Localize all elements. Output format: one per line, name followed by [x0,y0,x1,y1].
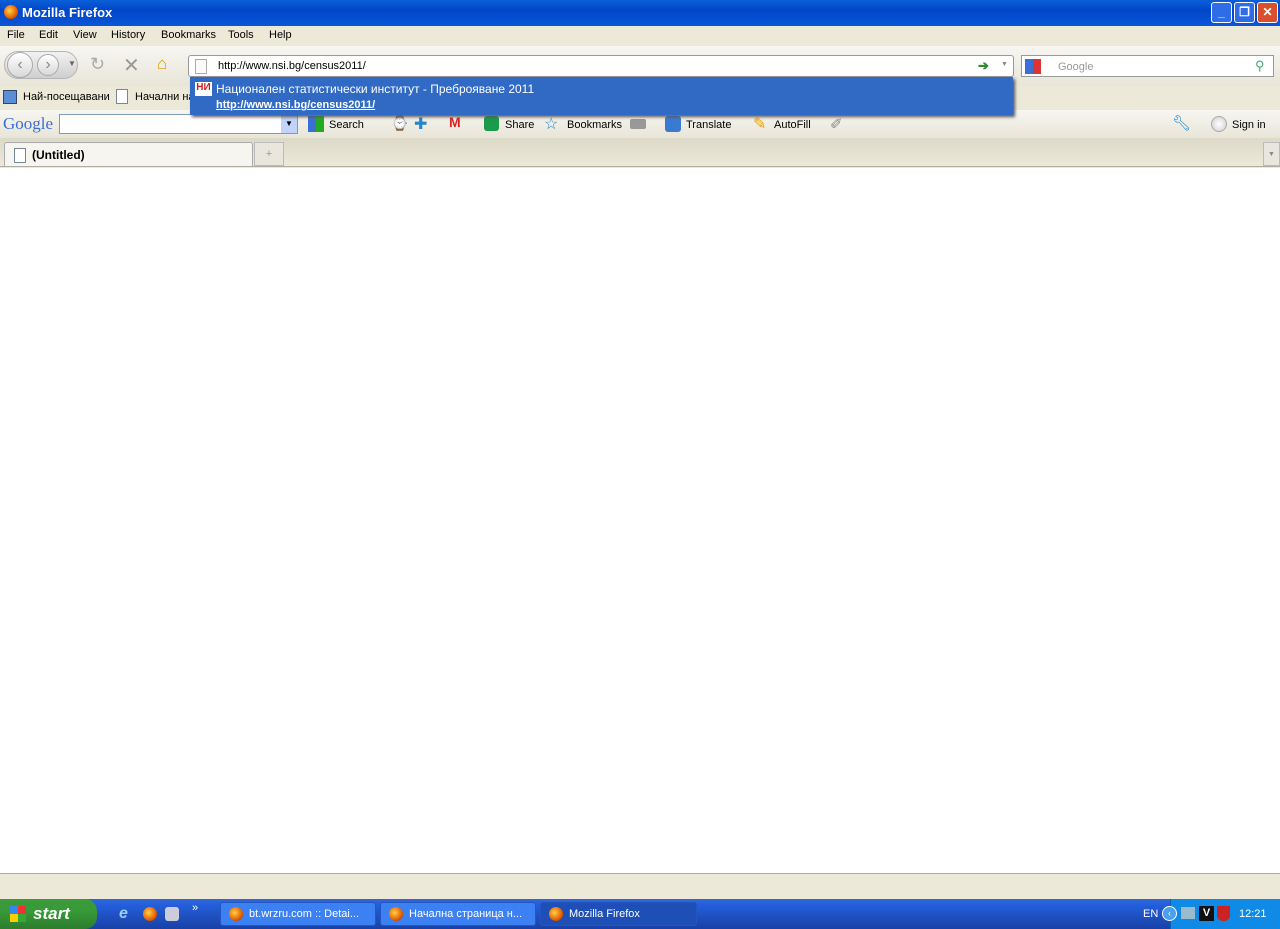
taskbar-item[interactable]: bt.wrzru.com :: Detai... [220,902,376,926]
home-icon[interactable]: ⌂ [157,54,167,74]
search-bar[interactable]: Google ⚲ [1021,55,1274,77]
status-bar [0,873,1280,895]
gmail-icon[interactable]: M [449,114,461,130]
restore-button[interactable]: ❐ [1234,2,1255,23]
url-dropdown-icon[interactable]: ▼ [1001,61,1008,68]
ie-icon[interactable]: e [119,905,128,923]
suggestion-url[interactable]: http://www.nsi.bg/census2011/ [216,99,375,111]
start-button[interactable]: start [0,899,97,929]
tab-bar: (Untitled) + ▼ [0,138,1280,167]
bookmark-most-visited[interactable]: Най-посещавани [23,91,110,103]
chevron-down-icon[interactable]: ▼ [281,115,297,133]
close-button[interactable]: ✕ [1257,2,1278,23]
magnifier-icon[interactable]: ⚲ [1255,58,1265,74]
autofill-button[interactable]: AutoFill [774,119,811,131]
title-bar: Mozilla Firefox _ ❐ ✕ [0,0,1280,26]
menu-view[interactable]: View [73,29,97,41]
start-label: start [33,904,70,923]
task-label: Начална страница н... [409,908,523,920]
task-label: bt.wrzru.com :: Detai... [249,908,360,920]
url-input[interactable]: http://www.nsi.bg/census2011/ [218,60,366,72]
page-icon [14,148,26,163]
page-icon [195,59,207,74]
clock[interactable]: 12:21 [1239,908,1267,920]
menu-history[interactable]: History [111,29,145,41]
menu-file[interactable]: File [7,29,25,41]
google-search-button[interactable]: Search [329,119,364,131]
wrench-icon[interactable]: 🔧︎ [1172,114,1191,132]
menu-bar: File Edit View History Bookmarks Tools H… [0,26,1280,46]
network-icon[interactable] [1181,907,1195,919]
menu-tools[interactable]: Tools [228,29,254,41]
translate-icon [665,116,681,132]
most-visited-icon [3,90,17,104]
translate-button[interactable]: Translate [686,119,731,131]
windows-logo-icon [10,906,26,922]
app-icon[interactable] [165,907,179,921]
bookmarks-button[interactable]: Bookmarks [567,119,622,131]
firefox-icon [4,5,18,19]
back-forward-group: ‹ › ▼ [4,51,78,79]
url-bar[interactable]: http://www.nsi.bg/census2011/ ➔ ▼ [188,55,1014,77]
stop-icon[interactable]: ✕ [123,53,140,78]
go-arrow-icon[interactable]: ➔ [978,58,989,74]
google-icon [308,116,324,132]
share-icon [484,116,499,131]
menu-help[interactable]: Help [269,29,292,41]
tab-label: (Untitled) [32,148,85,162]
avatar-icon [1211,116,1227,132]
clock-icon[interactable]: ⌚ [391,115,408,132]
pencil-icon: ✎ [753,116,767,133]
page-icon [116,89,128,104]
firefox-icon[interactable] [143,907,157,921]
firefox-icon [549,907,563,921]
share-button[interactable]: Share [505,119,534,131]
taskbar-item-active[interactable]: Mozilla Firefox [540,902,697,926]
sign-in-button[interactable]: Sign in [1232,119,1266,131]
history-dropdown-icon[interactable]: ▼ [68,59,76,68]
search-input[interactable]: Google [1058,61,1093,73]
taskbar: start e » bt.wrzru.com :: Detai... Начал… [0,899,1280,929]
url-autocomplete-popup[interactable]: НИ Национален статистически институт - П… [190,77,1013,115]
google-logo: Google [3,114,54,133]
reload-icon[interactable]: ↻ [90,54,105,75]
menu-bookmarks[interactable]: Bookmarks [161,29,216,41]
system-tray: ‹ V 12:21 [1162,899,1280,929]
back-button[interactable]: ‹ [7,52,33,78]
firefox-icon [229,907,243,921]
task-label: Mozilla Firefox [569,908,640,920]
show-hidden-icons-button[interactable]: ‹ [1162,906,1177,921]
tab-list-button[interactable]: ▼ [1263,142,1280,166]
new-tab-button[interactable]: + [254,142,284,166]
google-engine-icon[interactable] [1025,59,1041,74]
shield-icon[interactable] [1217,906,1230,921]
window-title: Mozilla Firefox [22,5,113,20]
highlighter-icon[interactable]: ✐ [830,115,843,133]
chevron-more-icon[interactable]: » [192,902,198,914]
forward-button[interactable]: › [37,54,59,76]
menu-edit[interactable]: Edit [39,29,58,41]
plus-icon[interactable]: ✚ [414,114,427,134]
star-icon: ☆ [544,116,559,133]
firefox-icon [389,907,403,921]
taskbar-item[interactable]: Начална страница н... [380,902,536,926]
language-indicator[interactable]: EN [1143,908,1158,920]
suggestion-title[interactable]: Национален статистически институт - Преб… [216,82,534,96]
v-app-icon[interactable]: V [1199,906,1214,921]
site-favicon: НИ [195,82,212,96]
google-search-input[interactable]: ▼ [59,114,298,134]
tab-untitled[interactable]: (Untitled) [4,142,253,166]
input-icon[interactable] [630,119,646,129]
page-content [0,168,1280,873]
bookmark-start-page[interactable]: Начални на [135,91,195,103]
minimize-button[interactable]: _ [1211,2,1232,23]
